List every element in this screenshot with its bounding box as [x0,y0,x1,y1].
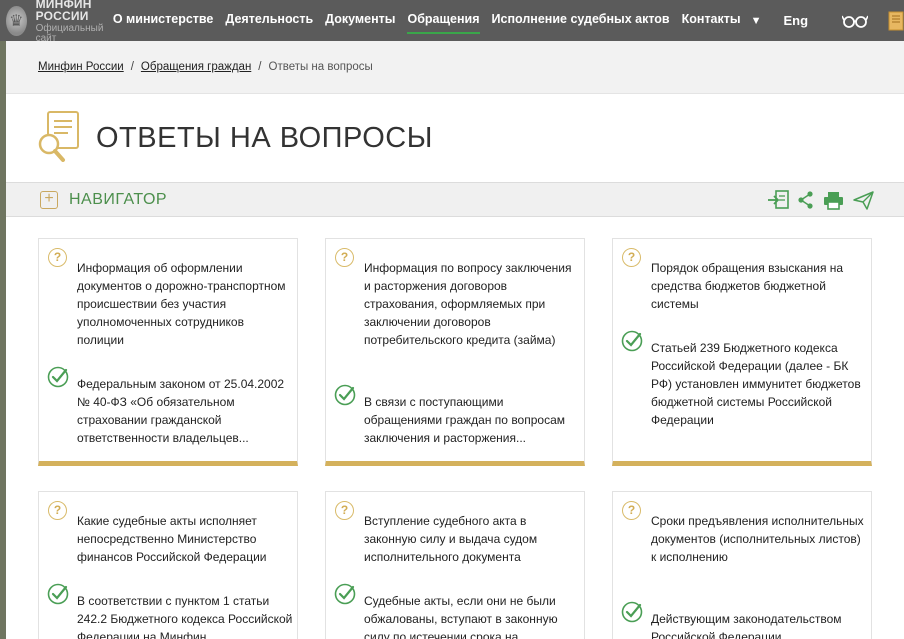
breadcrumb-current: Ответы на вопросы [268,61,373,73]
print-icon[interactable] [823,191,844,210]
card-question[interactable]: Порядок обращения взыскания на средства … [651,259,867,313]
nav-item-activity[interactable]: Деятельность [225,0,313,41]
question-icon: ? [335,501,354,520]
check-icon [47,583,69,610]
top-navigation-bar: ♛ МИНФИН РОССИИ Официальный сайт О минис… [0,0,904,44]
page-content: Минфин России / Обращения граждан / Отве… [6,41,904,639]
faq-card[interactable]: ? Вступление судебного акта в законную с… [325,491,585,639]
card-answer: В связи с поступающими обращениями гражд… [364,395,565,445]
faq-card[interactable]: ? Порядок обращения взыскания на средств… [612,238,872,466]
card-question[interactable]: Вступление судебного акта в законную сил… [364,512,580,566]
share-icon[interactable] [798,191,814,209]
nav-item-court-acts[interactable]: Исполнение судебных актов [492,0,670,41]
check-icon [621,330,643,357]
breadcrumb: Минфин России / Обращения граждан / Отве… [6,41,904,94]
navigator-label[interactable]: НАВИГАТОР [69,191,167,209]
card-answer: Действующим законодательством Российской… [651,612,842,639]
card-question[interactable]: Информация об оформлении документов о до… [77,259,293,349]
faq-card[interactable]: ? Информация об оформлении документов о … [38,238,298,466]
navigator-bar: + НАВИГАТОР [6,182,904,217]
card-question[interactable]: Информация по вопросу заключения и расто… [364,259,580,349]
card-answer: Федеральным законом от 25.04.2002 № 40-Ф… [77,377,285,445]
question-icon: ? [48,501,67,520]
faq-card[interactable]: ? Информация по вопросу заключения и рас… [325,238,585,466]
nav-item-documents[interactable]: Документы [325,0,395,41]
nav-item-contacts[interactable]: Контакты [682,0,741,41]
question-icon: ? [622,248,641,267]
export-icon[interactable] [767,190,789,210]
main-menu: О министерстве Деятельность Документы Об… [113,0,842,41]
document-search-icon [36,110,82,167]
question-icon: ? [622,501,641,520]
card-question[interactable]: Сроки предъявления исполнительных докуме… [651,512,867,566]
nav-item-appeals[interactable]: Обращения [407,0,480,41]
expand-plus-icon[interactable]: + [40,190,58,209]
check-icon [334,583,356,610]
card-answer: Статьей 239 Бюджетного кодекса Российско… [651,341,861,427]
book-icon[interactable] [888,11,904,31]
breadcrumb-separator: / [258,61,262,73]
menu-dropdown-caret-icon[interactable]: ▼ [751,15,762,27]
breadcrumb-link-appeals[interactable]: Обращения граждан [141,61,251,73]
faq-card[interactable]: ? Сроки предъявления исполнительных доку… [612,491,872,639]
nav-item-ministry[interactable]: О министерстве [113,0,214,41]
check-icon [334,384,356,411]
page-title: ОТВЕТЫ НА ВОПРОСЫ [96,121,433,154]
card-question[interactable]: Какие судебные акты исполняет непосредст… [77,512,293,566]
question-icon: ? [335,248,354,267]
logo-name: МИНФИН РОССИИ [35,0,92,23]
page-header: ОТВЕТЫ НА ВОПРОСЫ [36,110,433,166]
breadcrumb-separator: / [130,61,134,73]
site-logo[interactable]: ♛ МИНФИН РОССИИ Официальный сайт [0,0,113,44]
check-icon [621,601,643,628]
breadcrumb-link-minfin[interactable]: Минфин России [38,61,124,73]
check-icon [47,366,69,393]
faq-card[interactable]: ? Какие судебные акты исполняет непосред… [38,491,298,639]
card-answer: В соответствии с пунктом 1 статьи 242.2 … [77,594,293,639]
question-icon: ? [48,248,67,267]
card-answer: Судебные акты, если они не были обжалова… [364,594,558,639]
emblem-icon: ♛ [6,5,27,36]
page-tools [758,190,874,210]
language-switch[interactable]: Eng [783,13,808,28]
glasses-icon[interactable] [842,14,869,28]
send-icon[interactable] [853,190,874,210]
